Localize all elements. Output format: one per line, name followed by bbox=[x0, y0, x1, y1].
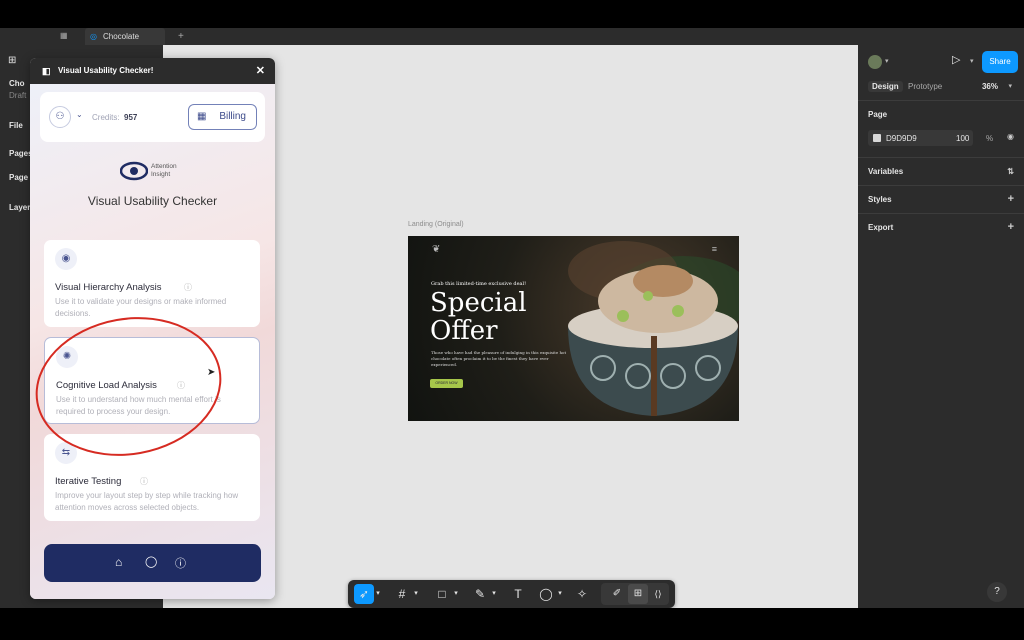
home-icon[interactable]: ⌂ bbox=[115, 555, 122, 569]
page-color-value[interactable]: D9D9D9 bbox=[886, 134, 917, 143]
tabs-grid-icon[interactable]: ▦ bbox=[60, 31, 70, 41]
move-chevron-icon[interactable]: ▾ bbox=[374, 584, 382, 604]
tools-toolbar: ➶ ▾ # ▾ □ ▾ ✎ ▾ T ◯ ▾ ✧ ✐ ⊞ ⟨⟩ bbox=[348, 580, 675, 608]
divider bbox=[858, 100, 1024, 101]
design-mode-icon[interactable]: ⊞ bbox=[628, 584, 648, 604]
divider bbox=[858, 157, 1024, 158]
file-menu[interactable]: File bbox=[9, 121, 23, 130]
properties-panel: ▾ ▷ ▾ Share Design Prototype 36% ▾ Page … bbox=[858, 45, 1024, 608]
frame-tool-icon[interactable]: # bbox=[392, 584, 412, 604]
calendar-icon: ▦ bbox=[197, 111, 207, 122]
plugin-heading: Visual Usability Checker bbox=[87, 194, 218, 208]
close-icon[interactable]: ✕ bbox=[256, 58, 265, 84]
mouse-cursor-icon: ➤ bbox=[207, 367, 216, 378]
tab-design[interactable]: Design bbox=[868, 81, 903, 92]
shape-tool-icon[interactable]: □ bbox=[432, 584, 452, 604]
left-sidebar: ⊞ Cho Draft File Pages Page Layer bbox=[0, 45, 33, 608]
feature-title: Iterative Testing bbox=[55, 476, 122, 487]
plugin-title: Visual Usability Checker! bbox=[58, 66, 154, 75]
credits-label: Credits: bbox=[92, 113, 120, 122]
attention-insight-logo bbox=[119, 161, 149, 181]
plugin-icon: ◧ bbox=[42, 66, 51, 76]
page-section-title: Page bbox=[868, 110, 888, 119]
info-icon[interactable]: ⓘ bbox=[140, 476, 148, 487]
file-name: Cho bbox=[9, 79, 25, 88]
info-icon[interactable]: ⓘ bbox=[184, 282, 192, 293]
account-card: ⚇ ⌄ Credits: 957 ▦ Billing bbox=[40, 92, 265, 142]
figma-menu-icon[interactable]: ⊞ bbox=[8, 55, 16, 66]
page-item[interactable]: Page bbox=[9, 173, 28, 182]
add-export-icon[interactable]: + bbox=[1008, 221, 1014, 233]
landing-body: Those who have had the pleasure of indul… bbox=[431, 350, 567, 367]
billing-button[interactable]: ▦ Billing bbox=[188, 104, 257, 130]
dev-mode-icon[interactable]: ⟨⟩ bbox=[648, 584, 668, 604]
tab-prototype[interactable]: Prototype bbox=[908, 82, 942, 91]
zoom-chevron-icon[interactable]: ▾ bbox=[1008, 82, 1012, 90]
feature-visual-hierarchy[interactable]: ◉ Visual Hierarchy Analysis ⓘ Use it to … bbox=[44, 240, 260, 327]
credits-value: 957 bbox=[124, 113, 138, 122]
landing-headline-2: Offer bbox=[430, 316, 498, 346]
add-style-icon[interactable]: + bbox=[1008, 193, 1014, 205]
feature-desc: Improve your layout step by step while t… bbox=[55, 491, 239, 512]
chat-icon[interactable]: ◯ bbox=[145, 555, 157, 568]
feature-title: Visual Hierarchy Analysis bbox=[55, 282, 162, 293]
help-button[interactable]: ? bbox=[987, 582, 1007, 602]
divider bbox=[858, 213, 1024, 214]
comment-tool-icon[interactable]: ◯ bbox=[536, 584, 556, 604]
pen-chevron-icon[interactable]: ▾ bbox=[490, 584, 498, 604]
variables-settings-icon[interactable]: ⇅ bbox=[1007, 167, 1014, 176]
landing-eyebrow: Grab this limited-time exclusive deal! bbox=[431, 281, 527, 287]
draw-mode-icon[interactable]: ✐ bbox=[607, 584, 627, 604]
comment-chevron-icon[interactable]: ▾ bbox=[556, 584, 564, 604]
drafts-label: Draft bbox=[9, 91, 27, 100]
brand-leaf-icon: ❦ bbox=[432, 244, 441, 255]
opacity-unit: % bbox=[986, 134, 994, 143]
figma-window: ▦ ◎ Chocolate + ⊞ Cho Draft File Pages P… bbox=[0, 0, 1024, 640]
page-fill-row[interactable]: D9D9D9 100 % ◉ bbox=[868, 130, 1014, 146]
plugin-bottom-nav: ⌂ ◯ ⓘ bbox=[44, 544, 261, 582]
share-button[interactable]: Share bbox=[982, 51, 1018, 73]
actions-tool-icon[interactable]: ✧ bbox=[572, 584, 592, 604]
variables-label: Variables bbox=[868, 167, 904, 176]
plugin-header: ◧ Visual Usability Checker! ✕ bbox=[30, 58, 275, 84]
eye-icon[interactable]: ◉ bbox=[1007, 132, 1014, 141]
new-tab-icon[interactable]: + bbox=[178, 28, 184, 45]
avatar[interactable] bbox=[868, 55, 882, 69]
user-icon[interactable]: ⚇ bbox=[49, 106, 71, 128]
page-opacity-value[interactable]: 100 bbox=[956, 134, 969, 143]
file-tab[interactable]: ◎ Chocolate bbox=[85, 28, 165, 45]
present-icon[interactable]: ▷ bbox=[952, 53, 960, 66]
frame-chevron-icon[interactable]: ▾ bbox=[412, 584, 420, 604]
divider bbox=[858, 185, 1024, 186]
feature-desc: Use it to validate your designs or make … bbox=[55, 297, 227, 318]
menu-icon[interactable]: ≡ bbox=[712, 244, 717, 254]
color-swatch[interactable] bbox=[873, 134, 881, 142]
export-label: Export bbox=[868, 223, 894, 232]
file-tab-title: Chocolate bbox=[103, 32, 140, 41]
layers-label: Layer bbox=[9, 203, 31, 212]
text-tool-icon[interactable]: T bbox=[508, 584, 528, 604]
account-chevron-icon[interactable]: ⌄ bbox=[76, 110, 83, 119]
order-now-button[interactable]: ORDER NOW bbox=[430, 379, 463, 388]
brand-line-1: Attention bbox=[151, 163, 177, 170]
pen-tool-icon[interactable]: ✎ bbox=[470, 584, 490, 604]
landing-frame[interactable]: ❦ ≡ Grab this limited-time exclusive dea… bbox=[408, 236, 739, 421]
variables-row[interactable]: Variables ⇅ bbox=[868, 167, 1014, 176]
chevron-down-icon[interactable]: ▾ bbox=[885, 57, 889, 65]
styles-label: Styles bbox=[868, 195, 892, 204]
landing-headline-1: Special bbox=[430, 288, 527, 318]
figma-file-icon: ◎ bbox=[90, 32, 97, 41]
brand-name: Attention Insight bbox=[151, 163, 177, 179]
export-row[interactable]: Export + bbox=[868, 221, 1014, 233]
move-tool-icon[interactable]: ➶ bbox=[354, 584, 374, 604]
zoom-level[interactable]: 36% bbox=[982, 82, 998, 91]
present-chevron-icon[interactable]: ▾ bbox=[970, 57, 974, 65]
brand-line-2: Insight bbox=[151, 171, 171, 178]
frame-label[interactable]: Landing (Original) bbox=[408, 221, 464, 228]
billing-label: Billing bbox=[219, 111, 246, 122]
styles-row[interactable]: Styles + bbox=[868, 193, 1014, 205]
shape-chevron-icon[interactable]: ▾ bbox=[452, 584, 460, 604]
help-circle-icon[interactable]: ⓘ bbox=[175, 555, 186, 571]
eye-icon: ◉ bbox=[55, 248, 77, 270]
